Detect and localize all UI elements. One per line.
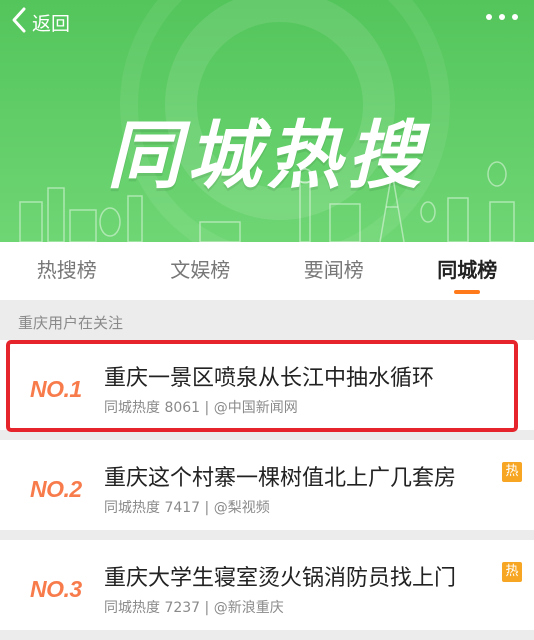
rank-label: NO.2 [30, 476, 82, 503]
item-title: 重庆大学生寝室烫火锅消防员找上门 [104, 560, 456, 592]
section-label: 重庆用户在关注 [18, 312, 123, 333]
hot-badge: 热 [502, 562, 522, 582]
tab-label: 文娱榜 [170, 258, 230, 282]
active-tab-indicator [454, 290, 480, 294]
hot-search-list: NO.1 重庆一景区喷泉从长江中抽水循环 同城热度 8061 | @中国新闻网 … [0, 340, 534, 640]
item-meta: 同城热度 7237 | @新浪重庆 [104, 597, 284, 617]
tab-label: 要闻榜 [304, 258, 364, 282]
city-skyline-illustration [0, 152, 534, 242]
hero-banner: 返回 同城热搜 [0, 0, 534, 242]
rank-label: NO.1 [30, 376, 82, 403]
tab-local[interactable]: 同城榜 [401, 242, 534, 300]
tab-label: 同城榜 [437, 258, 497, 282]
more-dot [499, 14, 505, 20]
item-meta: 同城热度 8061 | @中国新闻网 [104, 397, 298, 417]
list-item[interactable]: NO.1 重庆一景区喷泉从长江中抽水循环 同城热度 8061 | @中国新闻网 [0, 340, 534, 440]
hot-badge: 热 [502, 462, 522, 482]
tab-hot-search[interactable]: 热搜榜 [0, 242, 134, 300]
item-title: 重庆这个村寨一棵树值北上广几套房 [104, 460, 456, 492]
rank-label: NO.3 [30, 576, 82, 603]
item-meta: 同城热度 7417 | @梨视频 [104, 497, 270, 517]
chevron-left-icon [10, 6, 28, 38]
list-item[interactable]: NO.2 重庆这个村寨一棵树值北上广几套房 同城热度 7417 | @梨视频 热 [0, 440, 534, 540]
back-button[interactable]: 返回 [10, 6, 70, 38]
more-dots-icon [486, 14, 492, 20]
tab-news[interactable]: 要闻榜 [267, 242, 401, 300]
item-title: 重庆一景区喷泉从长江中抽水循环 [104, 360, 434, 392]
more-dot [512, 14, 518, 20]
back-label: 返回 [32, 9, 70, 36]
tab-entertainment[interactable]: 文娱榜 [134, 242, 268, 300]
list-item[interactable]: NO.3 重庆大学生寝室烫火锅消防员找上门 同城热度 7237 | @新浪重庆 … [0, 540, 534, 640]
tab-label: 热搜榜 [37, 258, 97, 282]
more-button[interactable] [486, 14, 518, 20]
tab-bar: 热搜榜 文娱榜 要闻榜 同城榜 [0, 242, 534, 300]
